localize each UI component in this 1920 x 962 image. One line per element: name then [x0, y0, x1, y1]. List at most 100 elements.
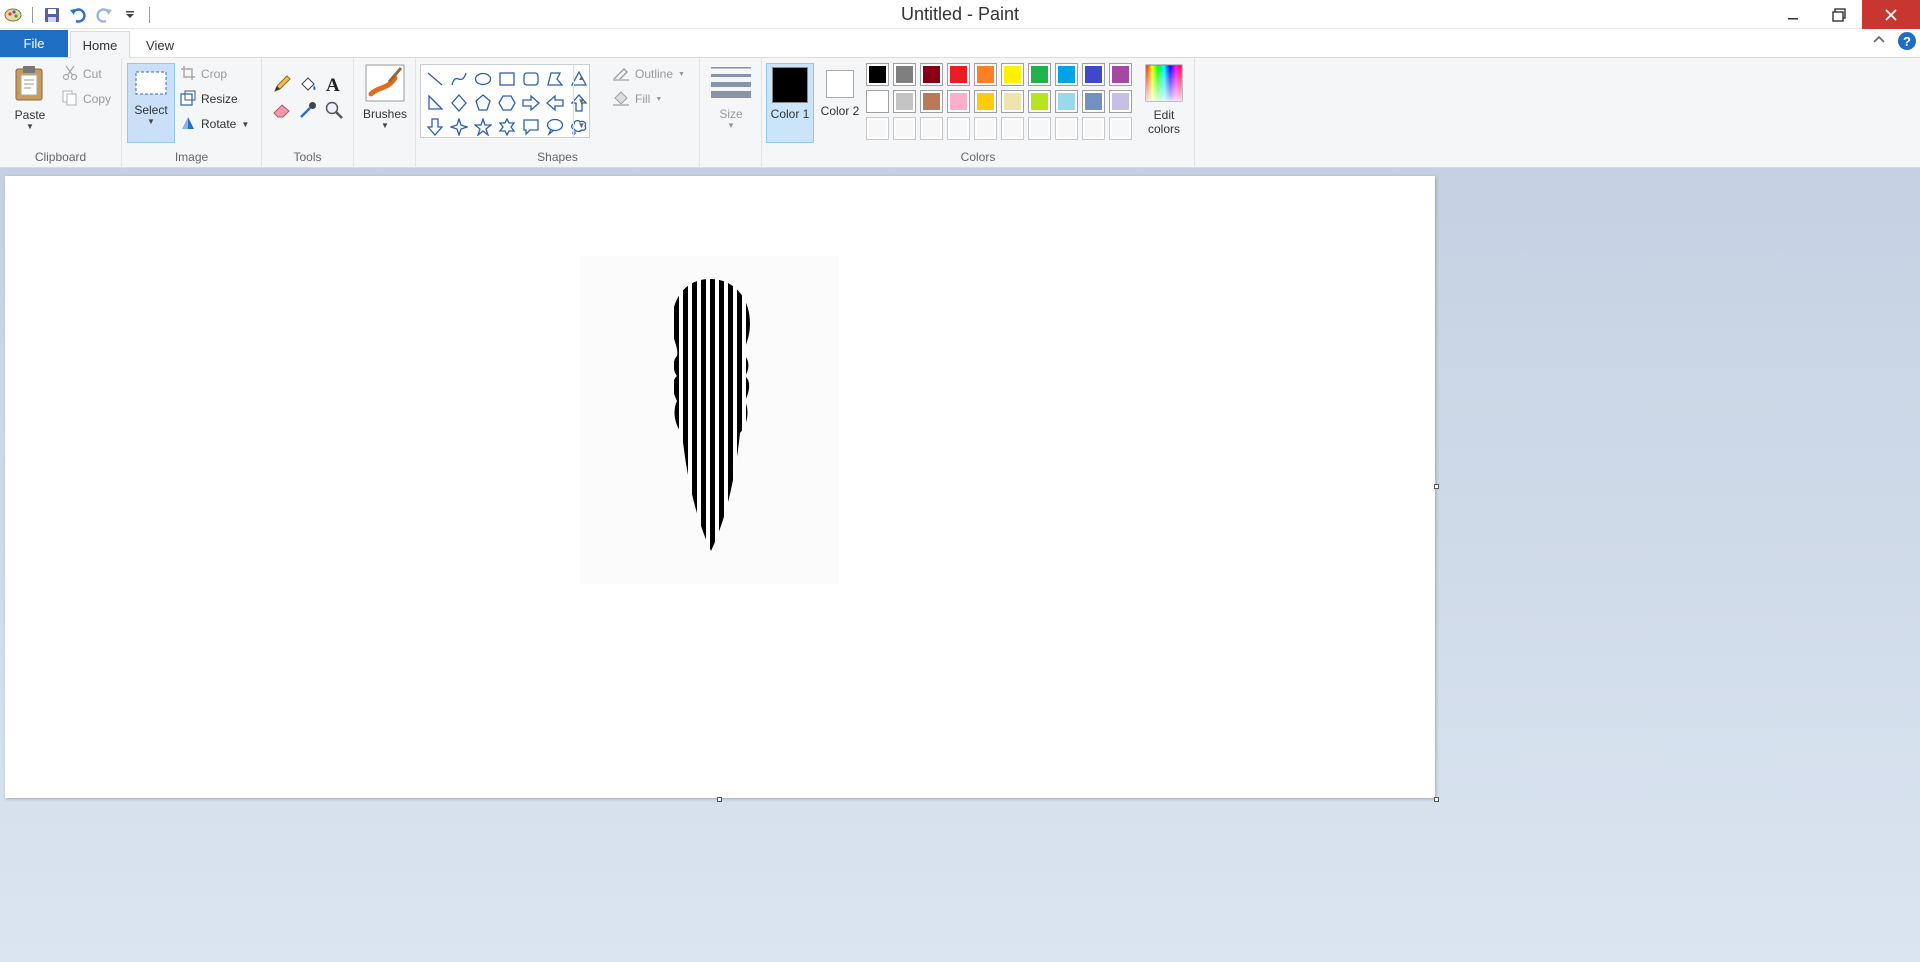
cut-button[interactable]: Cut — [62, 63, 102, 85]
right-triangle-shape-icon[interactable] — [423, 91, 447, 115]
select-button[interactable]: Select ▼ — [127, 63, 175, 143]
paste-button[interactable]: Paste ▼ — [8, 64, 52, 131]
palette-color-swatch[interactable] — [1109, 90, 1132, 113]
custom-color-slot[interactable] — [1055, 117, 1078, 140]
canvas-resize-handle-bottom[interactable] — [717, 797, 722, 802]
left-arrow-shape-icon[interactable] — [543, 91, 567, 115]
magnifier-icon[interactable] — [322, 98, 346, 122]
color1-button[interactable]: Color 1 — [766, 63, 814, 143]
palette-color-swatch[interactable] — [920, 90, 943, 113]
palette-color-swatch[interactable] — [893, 90, 916, 113]
palette-color-swatch[interactable] — [920, 63, 943, 86]
close-button[interactable] — [1862, 0, 1920, 29]
custom-color-slot[interactable] — [1001, 117, 1024, 140]
tab-file[interactable]: File — [0, 30, 68, 57]
palette-color-swatch[interactable] — [1082, 90, 1105, 113]
custom-color-slot[interactable] — [1109, 117, 1132, 140]
palette-color-swatch[interactable] — [974, 90, 997, 113]
five-point-star-shape-icon[interactable] — [471, 115, 495, 139]
custom-color-slot[interactable] — [893, 117, 916, 140]
curve-shape-icon[interactable] — [447, 67, 471, 91]
palette-color-swatch[interactable] — [947, 63, 970, 86]
chevron-down-icon: ▼ — [655, 95, 663, 103]
line-shape-icon[interactable] — [423, 67, 447, 91]
copy-button[interactable]: Copy — [62, 88, 111, 110]
pencil-icon[interactable] — [270, 72, 294, 96]
eraser-icon[interactable] — [270, 98, 294, 122]
text-icon[interactable]: A — [322, 72, 346, 96]
custom-color-slot[interactable] — [947, 117, 970, 140]
ribbon-tab-row: File Home View ? — [0, 29, 1920, 59]
crop-button[interactable]: Crop — [180, 63, 227, 85]
tab-view[interactable]: View — [134, 31, 186, 59]
canvas-resize-handle-corner[interactable] — [1434, 797, 1439, 802]
maximize-button[interactable] — [1816, 0, 1862, 29]
diamond-shape-icon[interactable] — [447, 91, 471, 115]
custom-color-slot[interactable] — [866, 117, 889, 140]
right-arrow-shape-icon[interactable] — [519, 91, 543, 115]
custom-color-slot[interactable] — [1028, 117, 1051, 140]
shapes-gallery: ▲ ▼ ▼ — [420, 64, 590, 138]
outline-button[interactable]: Outline ▼ — [612, 63, 685, 85]
size-button[interactable]: Size ▼ — [708, 64, 754, 130]
custom-color-slot[interactable] — [1082, 117, 1105, 140]
custom-color-slot[interactable] — [920, 117, 943, 140]
scissors-icon — [62, 65, 78, 84]
shapes-scrollbar[interactable]: ▲ ▼ ▼ — [573, 65, 589, 137]
help-icon[interactable]: ? — [1898, 32, 1916, 50]
polygon-shape-icon[interactable] — [543, 67, 567, 91]
four-point-star-shape-icon[interactable] — [447, 115, 471, 139]
minimize-button[interactable] — [1770, 0, 1816, 29]
palette-color-swatch[interactable] — [1028, 90, 1051, 113]
scroll-up-icon[interactable]: ▲ — [578, 73, 586, 82]
palette-color-swatch[interactable] — [1055, 63, 1078, 86]
palette-color-fill — [869, 66, 886, 83]
clipboard-icon — [13, 64, 47, 105]
hexagon-shape-icon[interactable] — [495, 91, 519, 115]
custom-color-slot[interactable] — [974, 117, 997, 140]
palette-color-swatch[interactable] — [1028, 63, 1051, 86]
pentagon-shape-icon[interactable] — [471, 91, 495, 115]
palette-color-fill — [1004, 120, 1021, 137]
palette-color-swatch[interactable] — [1109, 63, 1132, 86]
oval-shape-icon[interactable] — [471, 67, 495, 91]
edit-colors-button[interactable]: Edit colors — [1139, 64, 1189, 136]
six-point-star-shape-icon[interactable] — [495, 115, 519, 139]
rectangle-shape-icon[interactable] — [495, 67, 519, 91]
edit-colors-label: Edit colors — [1147, 108, 1180, 136]
drawing-canvas[interactable] — [5, 176, 1435, 798]
palette-color-swatch[interactable] — [1001, 90, 1024, 113]
down-arrow-shape-icon[interactable] — [423, 115, 447, 139]
fill-icon[interactable] — [296, 72, 320, 96]
palette-color-swatch[interactable] — [866, 90, 889, 113]
expand-gallery-icon[interactable]: ▼ — [578, 121, 586, 130]
palette-color-swatch[interactable] — [974, 63, 997, 86]
chevron-down-icon: ▼ — [147, 117, 155, 126]
rounded-rectangle-shape-icon[interactable] — [519, 67, 543, 91]
color1-swatch — [772, 67, 808, 103]
canvas-resize-handle-right[interactable] — [1434, 484, 1439, 489]
color2-button[interactable]: Color 2 — [816, 63, 864, 143]
color-picker-icon[interactable] — [296, 98, 320, 122]
minimize-ribbon-icon[interactable] — [1872, 33, 1886, 50]
oval-callout-shape-icon[interactable] — [543, 115, 567, 139]
scroll-down-icon[interactable]: ▼ — [578, 97, 586, 106]
palette-color-swatch[interactable] — [947, 90, 970, 113]
brushes-group: Brushes ▼ — [354, 58, 416, 168]
ribbon-controls: ? — [1872, 32, 1920, 50]
tab-home[interactable]: Home — [70, 31, 130, 59]
palette-color-swatch[interactable] — [1055, 90, 1078, 113]
rounded-callout-shape-icon[interactable] — [519, 115, 543, 139]
color-spectrum-icon — [1145, 64, 1183, 105]
brushes-button[interactable]: Brushes ▼ — [360, 64, 410, 130]
palette-color-fill — [896, 66, 913, 83]
resize-button[interactable]: Resize — [180, 88, 238, 110]
palette-color-swatch[interactable] — [1082, 63, 1105, 86]
palette-color-swatch[interactable] — [1001, 63, 1024, 86]
fill-button[interactable]: Fill ▼ — [612, 88, 662, 110]
palette-color-swatch[interactable] — [893, 63, 916, 86]
palette-color-swatch[interactable] — [866, 63, 889, 86]
rotate-icon — [180, 115, 196, 134]
rotate-button[interactable]: Rotate ▼ — [180, 113, 249, 135]
color2-swatch — [826, 70, 854, 98]
